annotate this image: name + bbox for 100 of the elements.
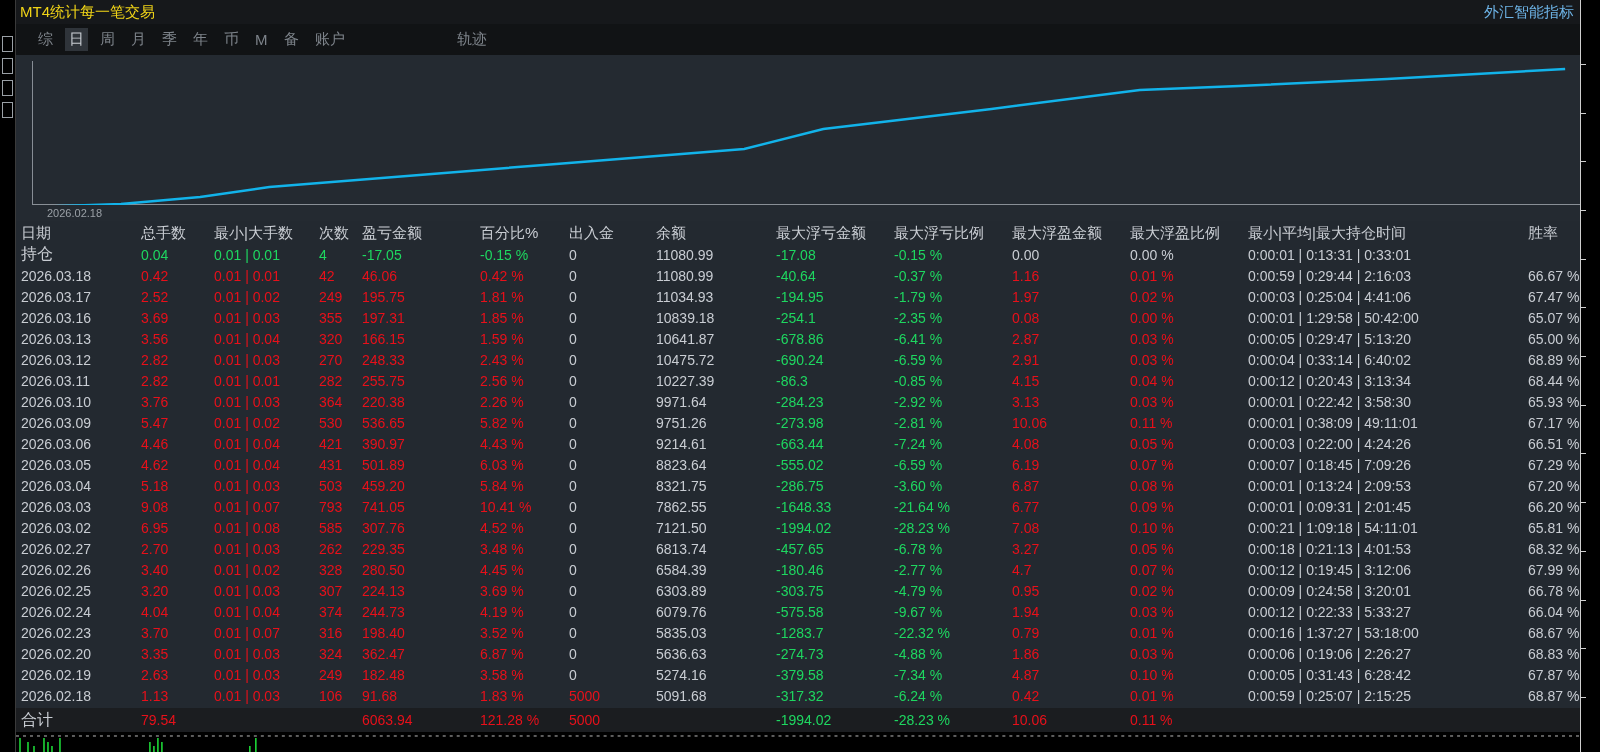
table-cell-text: 3.48 % (480, 540, 525, 557)
toolbar-icon[interactable] (2, 102, 13, 118)
table-cell-text: 66.20 % (1528, 498, 1581, 515)
table-cell-text: 6584.39 (656, 561, 708, 578)
column-header: 次数 (319, 224, 350, 244)
table-cell-text: 8823.64 (656, 456, 708, 473)
table-cell-text: 7121.50 (656, 519, 708, 536)
table-cell-text: -273.98 (776, 414, 825, 431)
table-cell-text: 0:00:01 | 1:29:58 | 50:42:00 (1248, 309, 1420, 326)
table-cell-text: 66.67 % (1528, 267, 1581, 284)
table-cell-text: 280.50 (362, 561, 406, 578)
table-cell-text: 2.26 % (480, 393, 525, 410)
table-cell-text: 364 (319, 393, 344, 410)
table-cell-text: 0:00:06 | 0:19:06 | 2:26:27 (1248, 645, 1412, 662)
toolbar-icon[interactable] (2, 80, 13, 96)
table-cell-text: 249 (319, 666, 344, 683)
tab[interactable]: M (251, 29, 272, 51)
table-cell-text: 2026.03.17 (21, 288, 93, 305)
table-cell-text: 67.29 % (1528, 456, 1581, 473)
table-cell-text: -28.23 % (894, 712, 952, 729)
table-cell-text: -254.1 (776, 309, 817, 326)
table-cell-text: 0.01 | 0.02 (214, 561, 281, 578)
table-cell-text: 503 (319, 477, 344, 494)
table-cell-text: 5.47 (141, 414, 170, 431)
toolbar-icon[interactable] (2, 58, 13, 74)
tab[interactable]: 周 (96, 28, 119, 52)
table-cell-text: 68.87 % (1528, 687, 1581, 704)
table-cell-text: -194.95 (776, 288, 825, 305)
table-cell-text: 11034.93 (656, 288, 715, 305)
table-cell-text: 2026.03.18 (21, 267, 93, 284)
table-cell-text: 2026.02.24 (21, 603, 93, 620)
table-cell-text: 6.87 (1012, 477, 1041, 494)
table-cell-text: 0.01 | 0.03 (214, 309, 281, 326)
tab[interactable]: 月 (127, 28, 150, 52)
table-cell-text: 10839.18 (656, 309, 716, 326)
table-cell-text: 3.70 (141, 624, 170, 641)
table-cell-text: 65.00 % (1528, 330, 1581, 347)
tab[interactable]: 季 (158, 28, 181, 52)
table-cell-text: 0.95 (1012, 582, 1041, 599)
table-cell-text: 0:00:12 | 0:22:33 | 5:33:27 (1248, 603, 1412, 620)
table-cell-text: 0.03 % (1130, 330, 1175, 347)
table-cell-text: 4.46 (141, 435, 170, 452)
tab[interactable]: 年 (189, 28, 212, 52)
table-cell-text: 0:00:01 | 0:38:09 | 49:11:01 (1248, 414, 1419, 431)
table-cell-text: 0.03 % (1130, 603, 1175, 620)
table-cell-text: 0:00:05 | 0:31:43 | 6:28:42 (1248, 666, 1412, 683)
table-cell-text: 0 (569, 519, 578, 536)
table-cell-text: -2.92 % (894, 393, 944, 410)
column-header: 总手数 (141, 224, 187, 244)
table-cell-text: 1.94 (1012, 603, 1041, 620)
table-cell-text: 0 (569, 603, 578, 620)
table-cell-text: 0 (569, 582, 578, 599)
table-cell-text: 3.52 % (480, 624, 525, 641)
table-cell-text: 66.04 % (1528, 603, 1581, 620)
table-cell-text: 65.07 % (1528, 309, 1581, 326)
window-title: MT4统计每一笔交易 (20, 2, 155, 22)
table-cell-text: 0:00:12 | 0:20:43 | 3:13:34 (1248, 372, 1412, 389)
table-cell-text: 9.08 (141, 498, 170, 515)
table-cell-text: 0 (569, 477, 578, 494)
table-cell-text: -6.24 % (894, 687, 944, 704)
toolbar-icon[interactable] (2, 36, 13, 52)
table-cell-text: 6079.76 (656, 603, 708, 620)
table-cell-text: 249 (319, 288, 344, 305)
table-cell-text: 68.44 % (1528, 372, 1581, 389)
tab[interactable]: 轨迹 (452, 28, 491, 52)
table-cell-text: 0.01 | 0.04 (214, 603, 281, 620)
table-cell-text: 68.32 % (1528, 540, 1581, 557)
table-cell-text: 793 (319, 498, 344, 515)
tab[interactable]: 币 (220, 28, 243, 52)
table-cell-text: 0.03 % (1130, 645, 1175, 662)
column-header: 最小|平均|最大持仓时间 (1248, 224, 1407, 244)
table-cell-text: 121.28 % (480, 712, 541, 729)
table-cell-text: 66.51 % (1528, 435, 1581, 452)
table-cell-text: 2026.03.06 (21, 435, 93, 452)
table-cell-text: -22.32 % (894, 624, 952, 641)
table-cell-text: -6.41 % (894, 330, 944, 347)
table-cell-text: 197.31 (362, 309, 406, 326)
tab[interactable]: 日 (65, 28, 88, 52)
table-cell-text: 67.47 % (1528, 288, 1581, 305)
table-cell-text: 2.63 (141, 666, 170, 683)
table-cell-text: -3.60 % (894, 477, 944, 494)
table-cell-text: 0.01 | 0.03 (214, 540, 281, 557)
table-cell-text: 10227.39 (656, 372, 716, 389)
table-cell-text: 1.16 (1012, 267, 1041, 284)
table-cell-text: 0.01 | 0.03 (214, 687, 281, 704)
table-cell-text: 10.06 (1012, 712, 1049, 729)
tab[interactable]: 备 (279, 28, 303, 52)
table-cell-text: 4.87 (1012, 666, 1041, 683)
table-cell-text: 0.01 | 0.03 (214, 666, 281, 683)
table-cell-text: 307.76 (362, 519, 406, 536)
table-cell-text: 7.08 (1012, 519, 1041, 536)
tab[interactable]: 账户 (310, 28, 349, 52)
table-cell-text: 0.79 (1012, 624, 1041, 641)
column-header: 余额 (656, 224, 687, 244)
table-cell-text: 431 (319, 456, 344, 473)
table-cell-text: 0:00:59 | 0:25:07 | 2:15:25 (1248, 687, 1412, 704)
tab[interactable]: 综 (34, 28, 57, 52)
table-cell-text: 0 (569, 267, 578, 284)
table-cell-text: -678.86 (776, 330, 825, 347)
table-cell-text: 10.06 (1012, 414, 1049, 431)
